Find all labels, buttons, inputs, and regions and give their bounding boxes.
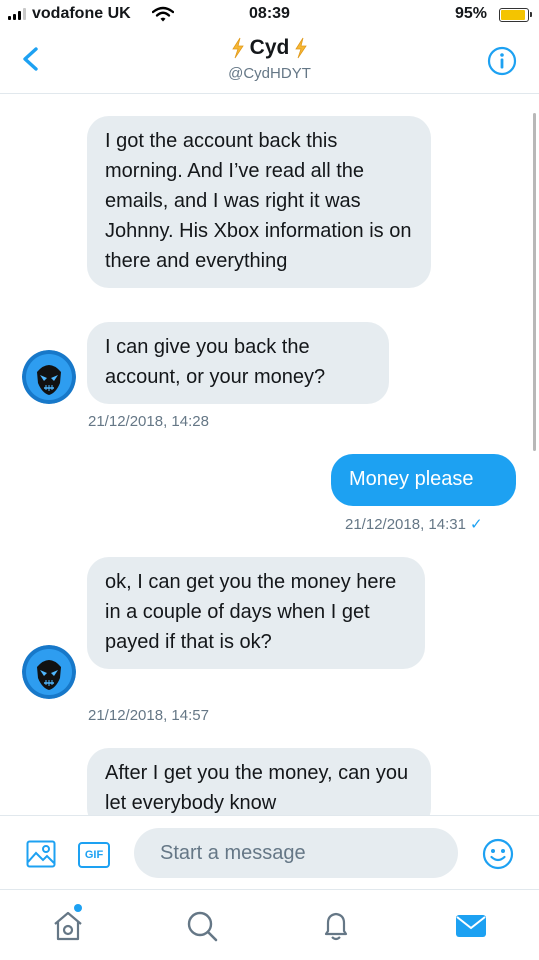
read-check-icon: ✓ bbox=[469, 516, 483, 533]
message-text: I got the account back this morning. And… bbox=[105, 130, 412, 272]
message-timestamp: 21/12/2018, 14:31 ✓ bbox=[345, 515, 483, 533]
conversation-title[interactable]: Cyd @CydHDYT bbox=[0, 36, 539, 82]
battery-fill bbox=[501, 10, 525, 20]
avatar[interactable] bbox=[22, 645, 76, 699]
notification-dot bbox=[74, 904, 82, 912]
notifications-icon[interactable] bbox=[318, 908, 354, 944]
status-bar: vodafone UK 08:39 95% bbox=[0, 0, 539, 32]
contact-name: Cyd bbox=[249, 36, 290, 59]
message-bubble-received[interactable]: I can give you back the account, or your… bbox=[87, 322, 389, 404]
message-text: After I get you the money, can you let e… bbox=[105, 762, 409, 814]
scrollbar[interactable] bbox=[533, 113, 536, 451]
image-icon[interactable] bbox=[26, 840, 56, 868]
lightning-bolt-icon bbox=[295, 37, 308, 59]
emoji-icon[interactable] bbox=[482, 838, 514, 870]
message-bubble-received[interactable]: I got the account back this morning. And… bbox=[87, 116, 431, 288]
contact-handle: @CydHDYT bbox=[228, 65, 311, 82]
conversation-header: Cyd @CydHDYT bbox=[0, 32, 539, 94]
message-bubble-sent[interactable]: Money please bbox=[331, 454, 516, 506]
battery-percent: 95% bbox=[454, 5, 487, 22]
gif-button[interactable]: GIF bbox=[78, 842, 110, 868]
message-thread[interactable]: I got the account back this morning. And… bbox=[0, 95, 539, 815]
tab-bar bbox=[0, 889, 539, 960]
message-composer: GIF bbox=[0, 815, 539, 889]
messages-icon[interactable] bbox=[453, 908, 489, 944]
message-timestamp: 21/12/2018, 14:28 bbox=[88, 413, 209, 430]
message-timestamp-text: 21/12/2018, 14:31 bbox=[345, 516, 466, 533]
info-icon[interactable] bbox=[487, 46, 517, 76]
message-text: Money please bbox=[349, 468, 474, 490]
battery-icon bbox=[499, 8, 532, 22]
message-text: ok, I can get you the money here in a co… bbox=[105, 571, 397, 653]
message-timestamp: 21/12/2018, 14:57 bbox=[88, 707, 209, 724]
message-bubble-received[interactable]: After I get you the money, can you let e… bbox=[87, 748, 431, 815]
message-text: I can give you back the account, or your… bbox=[105, 336, 326, 388]
lightning-bolt-icon bbox=[231, 37, 244, 59]
message-bubble-received[interactable]: ok, I can get you the money here in a co… bbox=[87, 557, 425, 669]
home-icon[interactable] bbox=[50, 908, 86, 944]
search-icon[interactable] bbox=[184, 908, 220, 944]
message-input[interactable] bbox=[134, 828, 458, 878]
avatar[interactable] bbox=[22, 350, 76, 404]
